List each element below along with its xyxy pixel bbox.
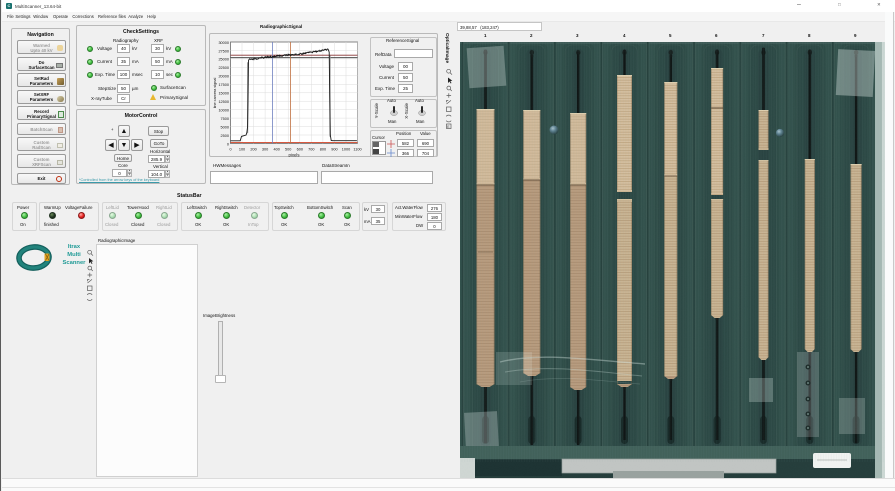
svg-text:5000: 5000 [221,125,229,129]
svg-text:22500: 22500 [218,66,229,70]
svg-text:25000: 25000 [218,58,229,62]
svg-text:12500: 12500 [218,100,229,104]
svg-text:600: 600 [297,148,303,152]
svg-text:7500: 7500 [221,117,229,121]
svg-text:line camera signal: line camera signal [213,78,217,109]
svg-text:400: 400 [274,148,280,152]
svg-text:700: 700 [308,148,314,152]
svg-text:10000: 10000 [218,109,229,113]
svg-text:1100: 1100 [353,148,361,152]
svg-text:27500: 27500 [218,49,229,53]
svg-text:500: 500 [285,148,291,152]
svg-text:20000: 20000 [218,75,229,79]
svg-text:0: 0 [229,148,231,152]
svg-text:1000: 1000 [342,148,350,152]
svg-text:17500: 17500 [218,83,229,87]
svg-text:900: 900 [331,148,337,152]
svg-text:30000: 30000 [218,41,229,45]
svg-text:200: 200 [250,148,256,152]
svg-text:pixels: pixels [289,153,300,158]
svg-text:15000: 15000 [218,92,229,96]
svg-text:800: 800 [320,148,326,152]
svg-text:0: 0 [227,142,229,146]
svg-text:100: 100 [239,148,245,152]
svg-text:2500: 2500 [221,134,229,138]
svg-text:300: 300 [262,148,268,152]
